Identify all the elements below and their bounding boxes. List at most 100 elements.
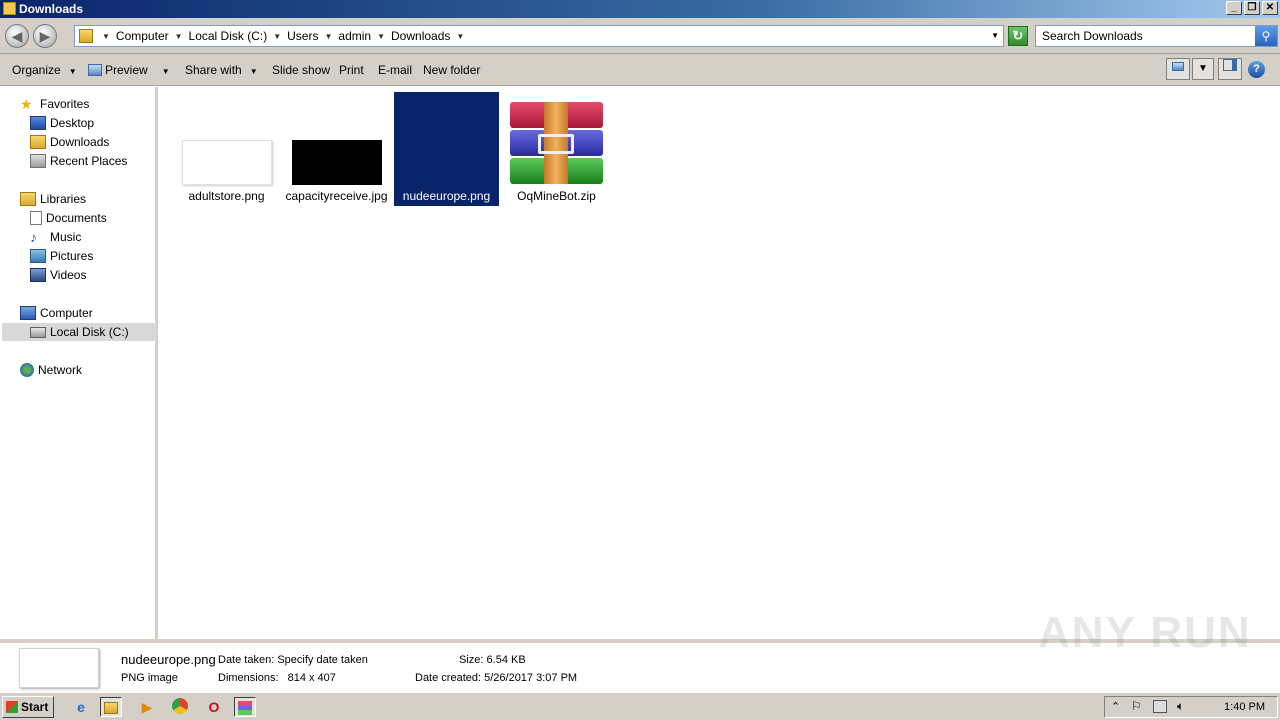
chevron-down-icon[interactable]: ▼ (99, 32, 113, 41)
chevron-down-icon[interactable]: ▼ (321, 32, 335, 41)
forward-button[interactable]: ▶ (33, 24, 57, 48)
file-name: capacityreceive.jpg (285, 189, 388, 203)
desktop-icon (30, 116, 46, 130)
flag-icon[interactable]: ⚐ (1131, 699, 1142, 713)
breadcrumb-local-disk[interactable]: Local Disk (C:) (186, 29, 271, 43)
address-bar[interactable]: ▼ Computer ▼ Local Disk (C:) ▼ Users ▼ a… (74, 25, 1004, 47)
winrar-icon (238, 701, 252, 715)
minimize-button[interactable]: _ (1226, 1, 1242, 15)
view-options-dropdown[interactable]: ▼ (1192, 58, 1214, 80)
sidebar-item-network[interactable]: Network (20, 361, 82, 379)
window-title: Downloads (19, 2, 84, 16)
address-dropdown-icon[interactable]: ▼ (991, 31, 999, 40)
volume-icon[interactable]: 🔈︎ (1177, 699, 1184, 714)
sidebar-item-music[interactable]: ♪ Music (30, 228, 81, 246)
restore-button[interactable]: ❐ (1244, 1, 1260, 15)
email-button[interactable]: E-mail (378, 63, 412, 77)
sidebar-item-favorites[interactable]: ★ Favorites (20, 95, 89, 113)
sidebar-item-videos[interactable]: Videos (30, 266, 86, 284)
print-button[interactable]: Print (339, 63, 364, 77)
folder-icon (104, 702, 118, 714)
drive-icon (30, 326, 46, 338)
file-item[interactable]: OqMineBot.zip (504, 92, 609, 206)
computer-icon (20, 306, 36, 320)
sidebar-item-computer[interactable]: Computer (20, 304, 93, 322)
chevron-down-icon: ▼ (68, 67, 77, 76)
clock[interactable]: 1:40 PM (1224, 701, 1265, 713)
sidebar-item-pictures[interactable]: Pictures (30, 247, 93, 265)
file-list: adultstore.png capacityreceive.jpg nudee… (160, 87, 1280, 639)
chevron-down-icon[interactable]: ▼ (270, 32, 284, 41)
explorer-taskbar-button[interactable] (100, 697, 122, 717)
back-button[interactable]: ◀ (5, 24, 29, 48)
internet-explorer-icon[interactable]: e (70, 697, 92, 717)
details-file-name: nudeeurope.png (121, 652, 216, 667)
search-placeholder: Search Downloads (1042, 29, 1143, 43)
sidebar-item-libraries[interactable]: Libraries (20, 190, 86, 208)
search-input[interactable]: Search Downloads ⚲ (1035, 25, 1278, 47)
details-file-type: PNG image (121, 672, 178, 684)
network-status-icon[interactable] (1153, 700, 1167, 713)
opera-icon[interactable]: O (203, 697, 225, 717)
image-thumbnail (292, 140, 382, 185)
chevron-down-icon[interactable]: ▼ (172, 32, 186, 41)
file-item[interactable]: capacityreceive.jpg (284, 92, 389, 206)
preview-icon (88, 64, 102, 76)
organize-button[interactable]: Organize ▼ (12, 63, 77, 77)
pictures-icon (30, 249, 46, 263)
start-button[interactable]: Start (2, 696, 54, 718)
chevron-down-icon[interactable]: ▼ (453, 32, 467, 41)
help-button[interactable]: ? (1248, 61, 1265, 78)
file-name: adultstore.png (188, 189, 265, 203)
chevron-down-icon[interactable]: ▼ (374, 32, 388, 41)
file-item[interactable]: adultstore.png (174, 92, 279, 206)
window-controls: _ ❐ ✕ (1226, 1, 1278, 15)
folder-icon (79, 29, 93, 43)
folder-icon (3, 2, 16, 15)
file-item-selected[interactable]: nudeeurope.png (394, 92, 499, 206)
file-name: nudeeurope.png (402, 189, 491, 203)
recent-places-icon (30, 154, 46, 168)
date-taken-value[interactable]: Specify date taken (277, 654, 368, 666)
preview-button[interactable]: Preview ▼ (88, 63, 170, 77)
watermark-logo: ANY RUN (1038, 608, 1252, 657)
breadcrumb-computer[interactable]: Computer (113, 29, 172, 43)
sidebar-item-recent-places[interactable]: Recent Places (30, 152, 127, 170)
breadcrumb: ▼ Computer ▼ Local Disk (C:) ▼ Users ▼ a… (99, 29, 467, 43)
breadcrumb-downloads[interactable]: Downloads (388, 29, 453, 43)
view-icon (1172, 62, 1184, 71)
breadcrumb-users[interactable]: Users (284, 29, 321, 43)
details-size: Size: 6.54 KB (459, 654, 526, 666)
details-date-created: Date created: 5/26/2017 3:07 PM (415, 672, 578, 684)
share-with-button[interactable]: Share with ▼ (185, 63, 258, 77)
details-date-taken: Date taken: Specify date taken (218, 654, 368, 666)
libraries-icon (20, 192, 36, 206)
sidebar-item-local-disk[interactable]: Local Disk (C:) (2, 323, 157, 341)
documents-icon (30, 211, 42, 225)
close-button[interactable]: ✕ (1262, 1, 1278, 15)
star-icon: ★ (20, 96, 33, 112)
winrar-taskbar-button[interactable] (234, 697, 256, 717)
change-view-button[interactable] (1166, 58, 1190, 80)
details-thumbnail (19, 648, 99, 688)
search-icon[interactable]: ⚲ (1255, 26, 1277, 46)
details-dimensions: Dimensions: 814 x 407 (218, 672, 336, 684)
breadcrumb-admin[interactable]: admin (335, 29, 374, 43)
new-folder-button[interactable]: New folder (423, 63, 480, 77)
taskbar: Start e ▶ O ⌃ ⚐ 🔈︎ 1:40 PM (0, 692, 1280, 720)
refresh-button[interactable]: ↻ (1008, 26, 1028, 46)
sidebar-item-documents[interactable]: Documents (30, 209, 107, 227)
slide-show-button[interactable]: Slide show (272, 63, 330, 77)
media-player-icon[interactable]: ▶ (136, 697, 158, 717)
winrar-archive-icon (510, 102, 603, 184)
network-icon (20, 363, 34, 377)
system-tray: ⌃ ⚐ 🔈︎ 1:40 PM (1104, 696, 1278, 718)
sidebar-item-downloads[interactable]: Downloads (30, 133, 109, 151)
preview-pane-button[interactable] (1218, 58, 1242, 80)
image-thumbnail (182, 140, 272, 185)
windows-logo-icon (6, 701, 18, 713)
sidebar-item-desktop[interactable]: Desktop (30, 114, 94, 132)
show-hidden-icons-icon[interactable]: ⌃ (1111, 700, 1120, 713)
title-bar: Downloads _ ❐ ✕ (0, 0, 1280, 18)
chrome-icon[interactable] (169, 697, 191, 717)
